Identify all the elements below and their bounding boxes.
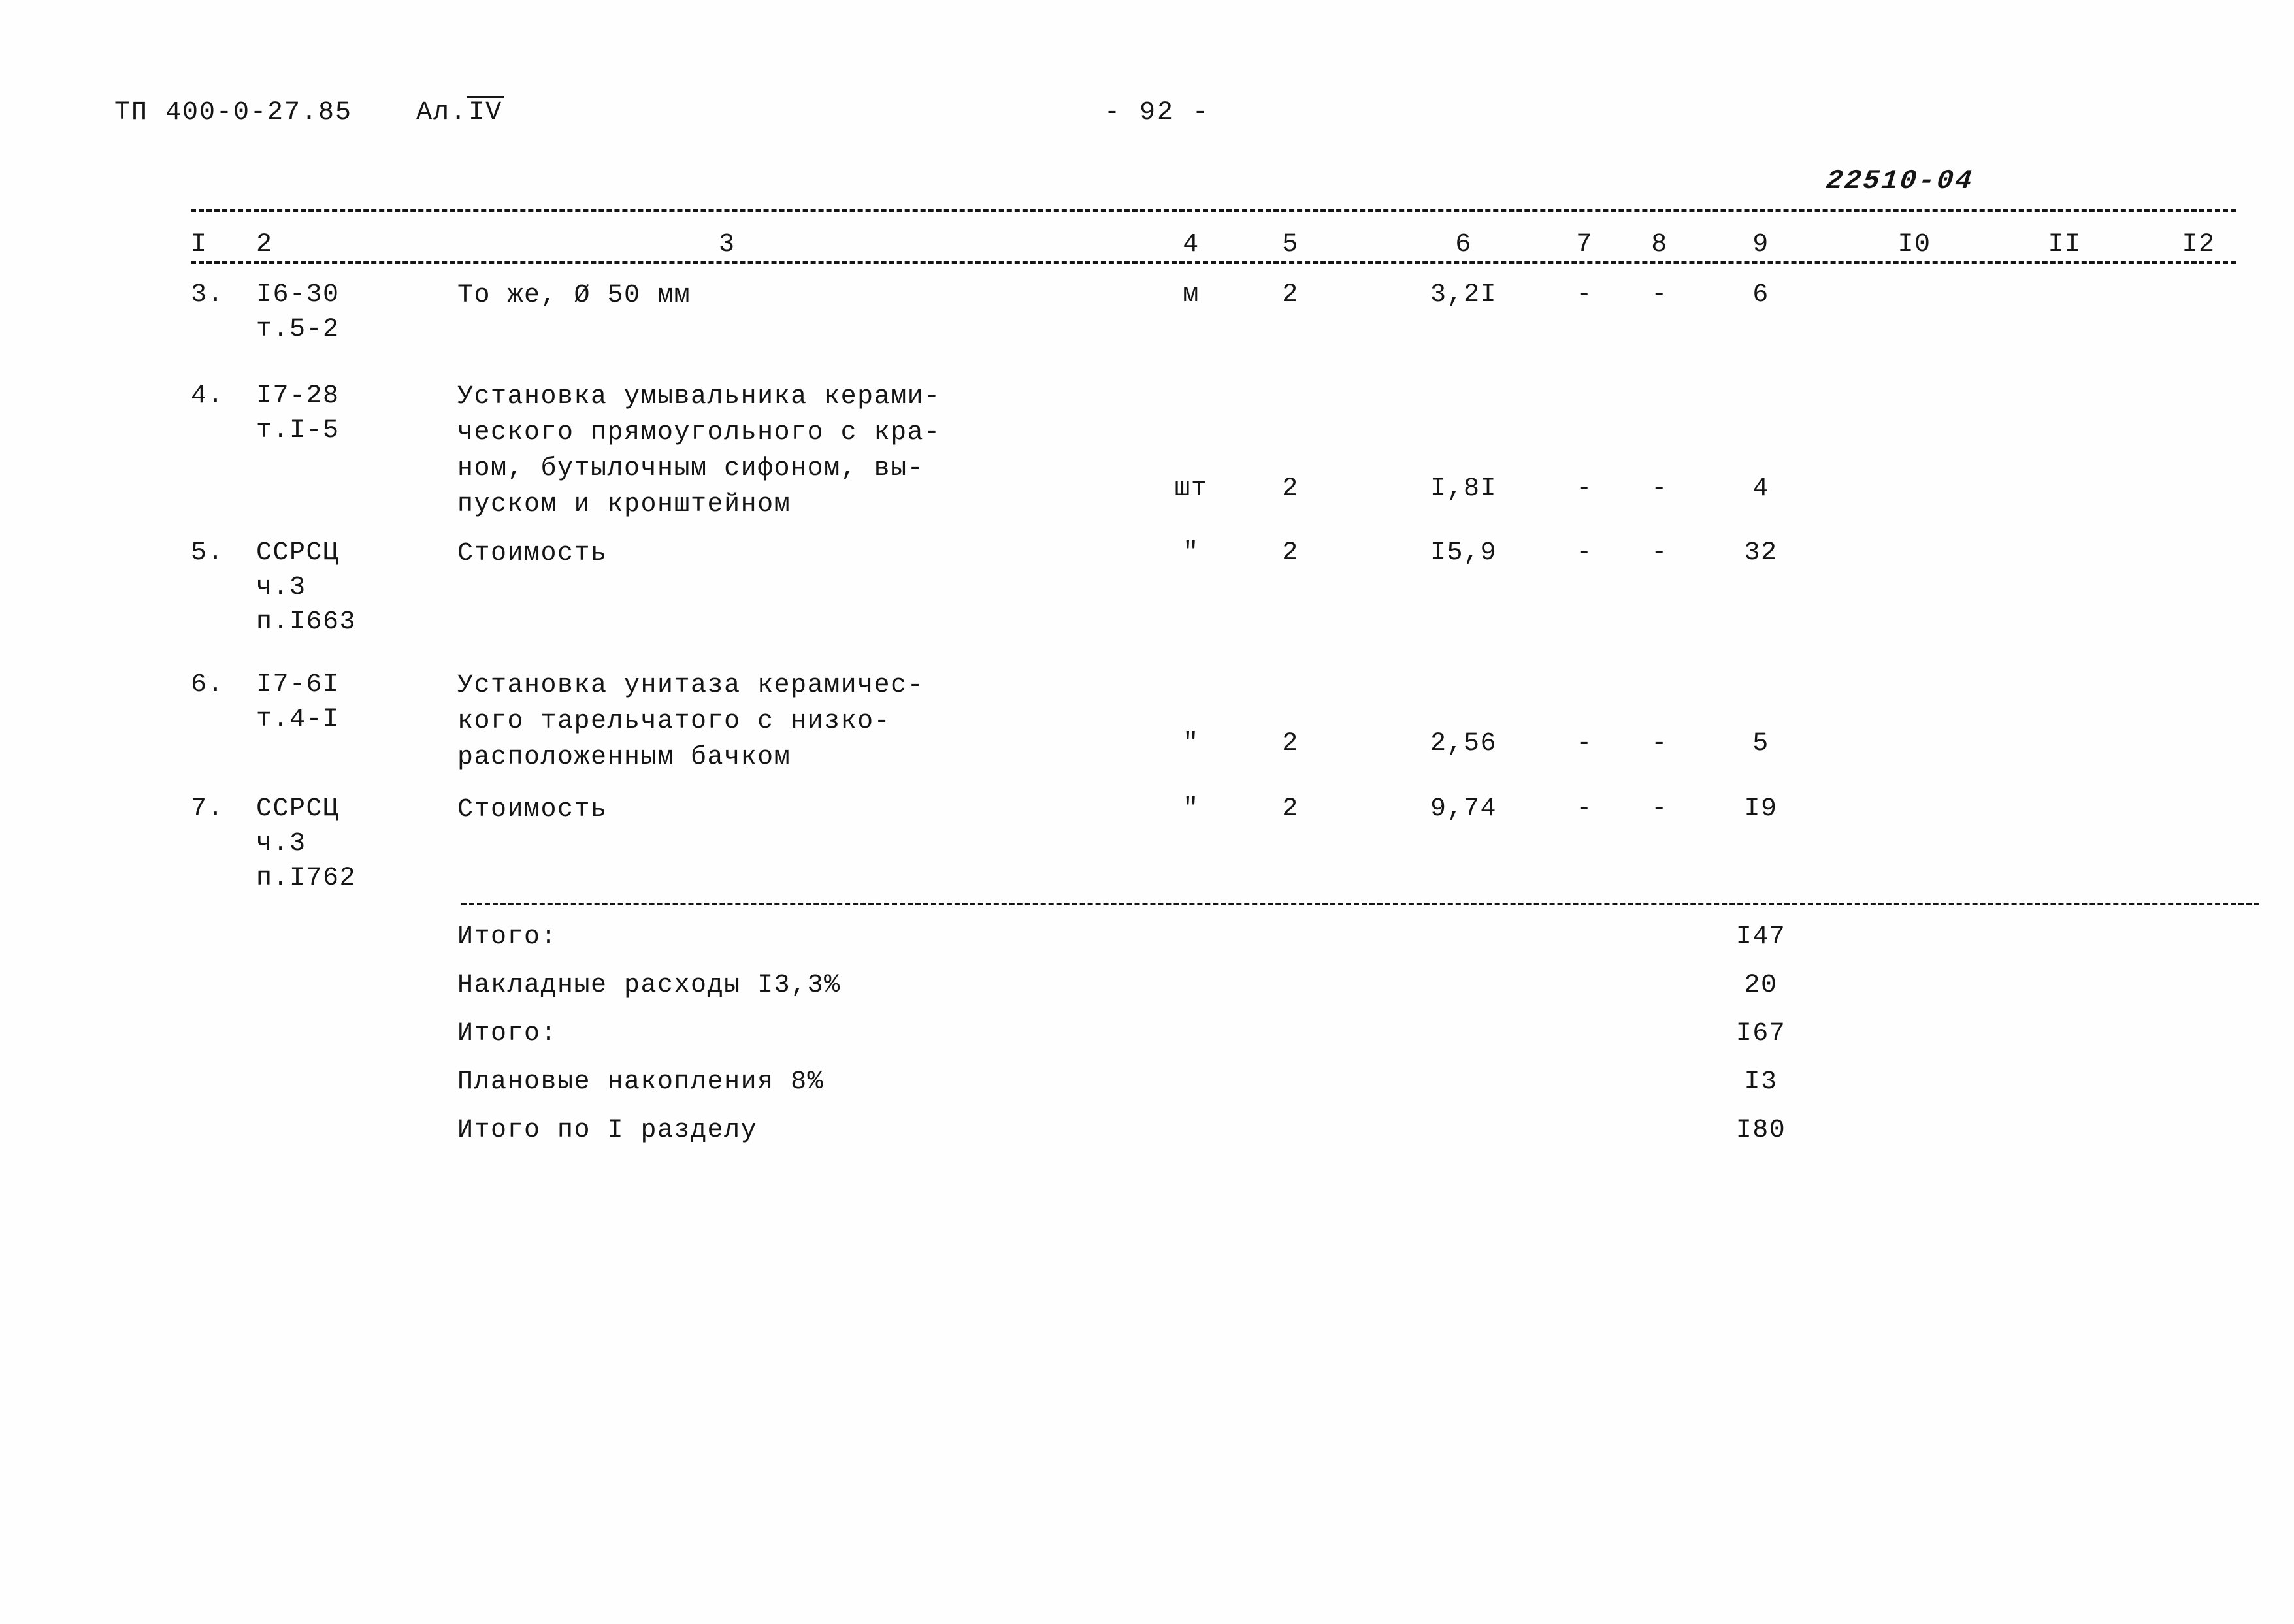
document-header: ТП 400-0-27.85 Ал.IV bbox=[114, 96, 504, 127]
row-unit: " bbox=[1183, 794, 1200, 824]
row-col8: - bbox=[1651, 280, 1668, 310]
row-col9: 6 bbox=[1752, 280, 1769, 310]
row-code-line-1: ССРСЦ bbox=[256, 794, 340, 824]
row-unit: " bbox=[1183, 538, 1200, 568]
row-col9: 4 bbox=[1752, 474, 1769, 504]
column-header-11: II bbox=[2048, 230, 2082, 259]
row-code-line-2: ч.3 bbox=[256, 829, 306, 858]
row-number: 6. bbox=[191, 670, 225, 700]
row-col8: - bbox=[1651, 794, 1668, 824]
row-col7: - bbox=[1576, 729, 1593, 758]
row-description-line-1: То же, Ø 50 мм bbox=[457, 281, 691, 310]
row-description-line-3: ном, бутылочным сифоном, вы- bbox=[457, 454, 925, 483]
total-value-subtotal-2: I67 bbox=[1735, 1019, 1786, 1048]
column-header-10: I0 bbox=[1897, 230, 1931, 259]
row-price: I,8I bbox=[1430, 474, 1497, 504]
row-quantity: 2 bbox=[1282, 794, 1299, 824]
row-quantity: 2 bbox=[1282, 729, 1299, 758]
row-code-line-1: I7-28 bbox=[256, 382, 340, 411]
total-label-overhead: Накладные расходы I3,3% bbox=[457, 971, 841, 1000]
total-label-section-total: Итого по I разделу bbox=[457, 1116, 758, 1145]
row-number: 5. bbox=[191, 538, 225, 568]
row-description-line-1: Установка умывальника керами- bbox=[457, 382, 941, 412]
row-price: I5,9 bbox=[1430, 538, 1497, 568]
column-header-12: I2 bbox=[2182, 230, 2216, 259]
column-header-8: 8 bbox=[1651, 230, 1668, 259]
album-number: IV bbox=[467, 96, 504, 127]
row-col7: - bbox=[1576, 474, 1593, 504]
row-description-line-1: Стоимость bbox=[457, 795, 608, 824]
row-unit: шт bbox=[1174, 474, 1208, 504]
row-description-line-1: Стоимость bbox=[457, 539, 608, 568]
total-value-overhead: 20 bbox=[1744, 971, 1778, 1000]
total-label-subtotal-1: Итого: bbox=[457, 922, 558, 952]
column-header-3: 3 bbox=[719, 230, 736, 259]
totals-separator-rule bbox=[461, 903, 2259, 905]
column-header-2: 2 bbox=[256, 230, 273, 259]
row-price: 3,2I bbox=[1430, 280, 1497, 310]
table-top-rule bbox=[191, 209, 2236, 212]
total-value-section-total: I80 bbox=[1735, 1116, 1786, 1145]
column-header-6: 6 bbox=[1455, 230, 1472, 259]
row-code-line-3: п.I663 bbox=[256, 608, 357, 637]
row-code-line-2: т.I-5 bbox=[256, 416, 340, 446]
row-description-line-2: кого тарельчатого с низко- bbox=[457, 707, 891, 736]
row-col9: 5 bbox=[1752, 729, 1769, 758]
total-value-planned-savings: I3 bbox=[1744, 1067, 1778, 1097]
row-col8: - bbox=[1651, 538, 1668, 568]
row-number: 3. bbox=[191, 280, 225, 310]
row-col8: - bbox=[1651, 474, 1668, 504]
row-number: 4. bbox=[191, 382, 225, 411]
row-code-line-3: п.I762 bbox=[256, 864, 357, 893]
row-quantity: 2 bbox=[1282, 474, 1299, 504]
stamp-code: 22510-04 bbox=[1824, 165, 1976, 197]
row-number: 7. bbox=[191, 794, 225, 824]
row-quantity: 2 bbox=[1282, 538, 1299, 568]
row-col8: - bbox=[1651, 729, 1668, 758]
column-header-7: 7 bbox=[1576, 230, 1593, 259]
column-header-1: I bbox=[191, 230, 208, 259]
row-unit: м bbox=[1183, 280, 1200, 310]
row-col7: - bbox=[1576, 538, 1593, 568]
total-label-planned-savings: Плановые накопления 8% bbox=[457, 1067, 825, 1097]
row-price: 9,74 bbox=[1430, 794, 1497, 824]
row-code-line-1: ССРСЦ bbox=[256, 538, 340, 568]
total-label-subtotal-2: Итого: bbox=[457, 1019, 558, 1048]
row-description-line-2: ческого прямоугольного с кра- bbox=[457, 418, 941, 447]
row-col7: - bbox=[1576, 794, 1593, 824]
row-col7: - bbox=[1576, 280, 1593, 310]
column-header-4: 4 bbox=[1183, 230, 1200, 259]
total-value-subtotal-1: I47 bbox=[1735, 922, 1786, 952]
column-header-9: 9 bbox=[1752, 230, 1769, 259]
row-code-line-2: ч.3 bbox=[256, 573, 306, 602]
row-code-line-2: т.4-I bbox=[256, 705, 340, 734]
row-code-line-1: I7-6I bbox=[256, 670, 340, 700]
row-description-line-3: расположенным бачком bbox=[457, 743, 791, 772]
document-code: ТП 400-0-27.85 bbox=[114, 98, 353, 127]
album-label: Ал. bbox=[416, 98, 468, 127]
row-description-line-1: Установка унитаза керамичес- bbox=[457, 671, 925, 700]
column-header-5: 5 bbox=[1282, 230, 1299, 259]
row-col9: I9 bbox=[1744, 794, 1778, 824]
row-unit: " bbox=[1183, 729, 1200, 758]
document-page: ТП 400-0-27.85 Ал.IV - 92 - 22510-04 I 2… bbox=[0, 0, 2294, 1624]
page-number: - 92 - bbox=[1104, 98, 1211, 127]
row-code-line-2: т.5-2 bbox=[256, 315, 340, 344]
row-quantity: 2 bbox=[1282, 280, 1299, 310]
row-code-line-1: I6-30 bbox=[256, 280, 340, 310]
row-description-line-4: пуском и кронштейном bbox=[457, 490, 791, 519]
row-price: 2,56 bbox=[1430, 729, 1497, 758]
row-col9: 32 bbox=[1744, 538, 1778, 568]
